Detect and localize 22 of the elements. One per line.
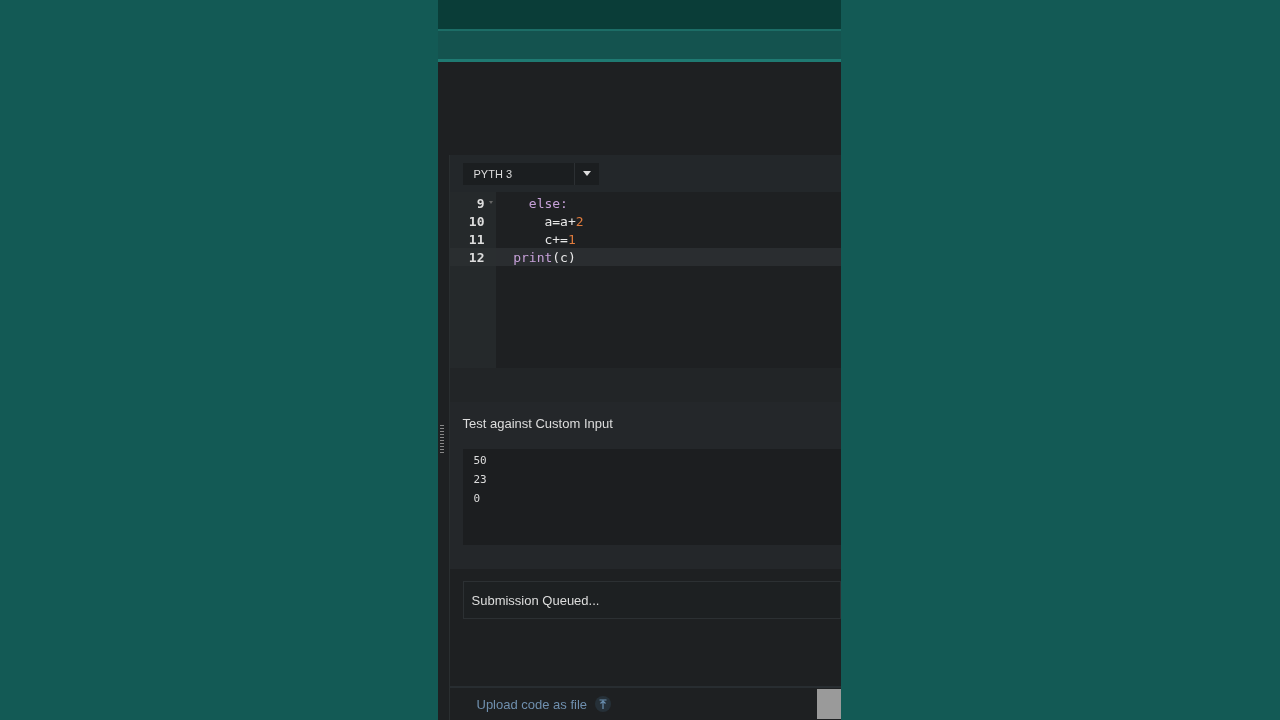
fold-icon[interactable] xyxy=(488,201,493,205)
code-line: c+=1 xyxy=(543,231,576,247)
input-line: 50 xyxy=(473,454,488,467)
caret-icon xyxy=(582,171,591,176)
input-field[interactable]: 50 23 0 xyxy=(462,449,841,545)
input-line: 0 xyxy=(473,492,482,505)
upload-icon[interactable] xyxy=(595,696,612,712)
code-editor[interactable]: 9 10 11 12 else: a=a+2 c+=1 print(c) xyxy=(449,192,841,368)
code-line: else: xyxy=(527,195,568,211)
line-number: 12 xyxy=(468,249,485,265)
status-text: Submission Queued... xyxy=(471,592,600,608)
resize-handle[interactable] xyxy=(439,425,444,453)
section-title: Test against Custom Input xyxy=(462,416,614,431)
language-select[interactable]: PYTH 3 xyxy=(462,162,599,185)
input-line: 23 xyxy=(473,473,488,486)
line-number: 11 xyxy=(468,231,485,247)
upload-link[interactable]: Upload code as file xyxy=(476,696,588,712)
code-line: print(c) xyxy=(512,249,576,265)
line-number: 9 xyxy=(476,195,485,211)
code-line: a=a+2 xyxy=(543,213,584,229)
line-number: 10 xyxy=(468,213,485,229)
action-button[interactable] xyxy=(816,689,841,719)
